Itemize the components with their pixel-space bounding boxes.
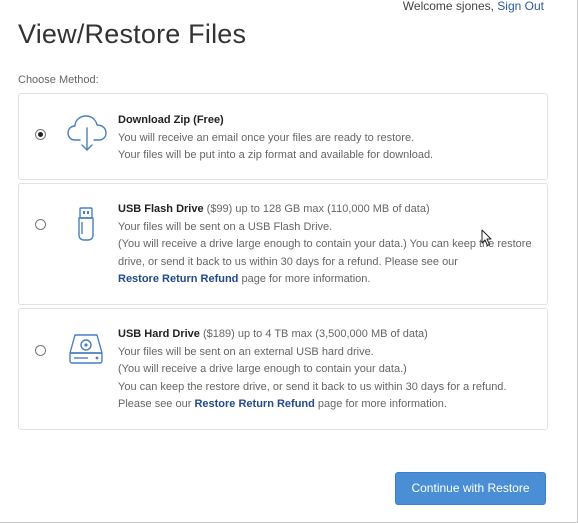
- option-line: You can keep the restore drive, or send …: [118, 380, 507, 393]
- usb-flash-drive-radio[interactable]: [35, 219, 46, 230]
- restore-return-refund-link[interactable]: Restore Return Refund: [194, 398, 314, 410]
- download-zip-text: Download Zip (Free) You will receive an …: [118, 112, 535, 165]
- option-line: (You will receive a drive large enough t…: [118, 238, 532, 268]
- restore-return-refund-link[interactable]: Restore Return Refund: [118, 273, 238, 285]
- option-line: Your files will be sent on an external U…: [118, 345, 374, 358]
- usb-flash-drive-text: USB Flash Drive ($99) up to 128 GB max (…: [118, 201, 535, 289]
- option-download-zip[interactable]: Download Zip (Free) You will receive an …: [18, 93, 548, 180]
- option-usb-flash-drive[interactable]: USB Flash Drive ($99) up to 128 GB max (…: [18, 183, 548, 305]
- user-bar: Welcome sjones, Sign Out: [403, 0, 544, 12]
- option-usb-hard-drive[interactable]: USB Hard Drive ($189) up to 4 TB max (3,…: [18, 308, 548, 430]
- usb-hard-drive-text: USB Hard Drive ($189) up to 4 TB max (3,…: [118, 326, 535, 414]
- sign-out-link[interactable]: Sign Out: [497, 0, 544, 13]
- download-zip-radio[interactable]: [35, 129, 46, 140]
- option-line: You will receive an email once your file…: [118, 131, 415, 144]
- option-line: page for more information.: [317, 398, 447, 411]
- option-title: USB Hard Drive: [118, 328, 200, 340]
- page-title: View/Restore Files: [18, 19, 247, 49]
- usb-flash-drive-icon: [76, 207, 96, 246]
- option-line: page for more information.: [241, 273, 371, 286]
- usb-hard-drive-icon: [68, 333, 104, 370]
- cloud-download-icon: [67, 114, 107, 157]
- option-title: Download Zip (Free): [118, 114, 224, 126]
- option-line: Your files will be put into a zip format…: [118, 149, 434, 162]
- choose-method-label: Choose Method:: [18, 74, 99, 86]
- option-price: ($189) up to 4 TB max (3,500,000 MB of d…: [202, 328, 428, 340]
- option-line: Your files will be sent on a USB Flash D…: [118, 220, 333, 233]
- option-title: USB Flash Drive: [118, 203, 204, 215]
- welcome-text: Welcome sjones,: [402, 0, 494, 13]
- usb-hard-drive-radio[interactable]: [35, 345, 46, 356]
- mouse-cursor-icon: [481, 229, 493, 252]
- option-price: ($99) up to 128 GB max (110,000 MB of da…: [206, 203, 430, 215]
- option-line: Please see our: [118, 398, 192, 411]
- option-line: (You will receive a drive large enough t…: [118, 363, 407, 376]
- continue-with-restore-button[interactable]: Continue with Restore: [395, 472, 546, 505]
